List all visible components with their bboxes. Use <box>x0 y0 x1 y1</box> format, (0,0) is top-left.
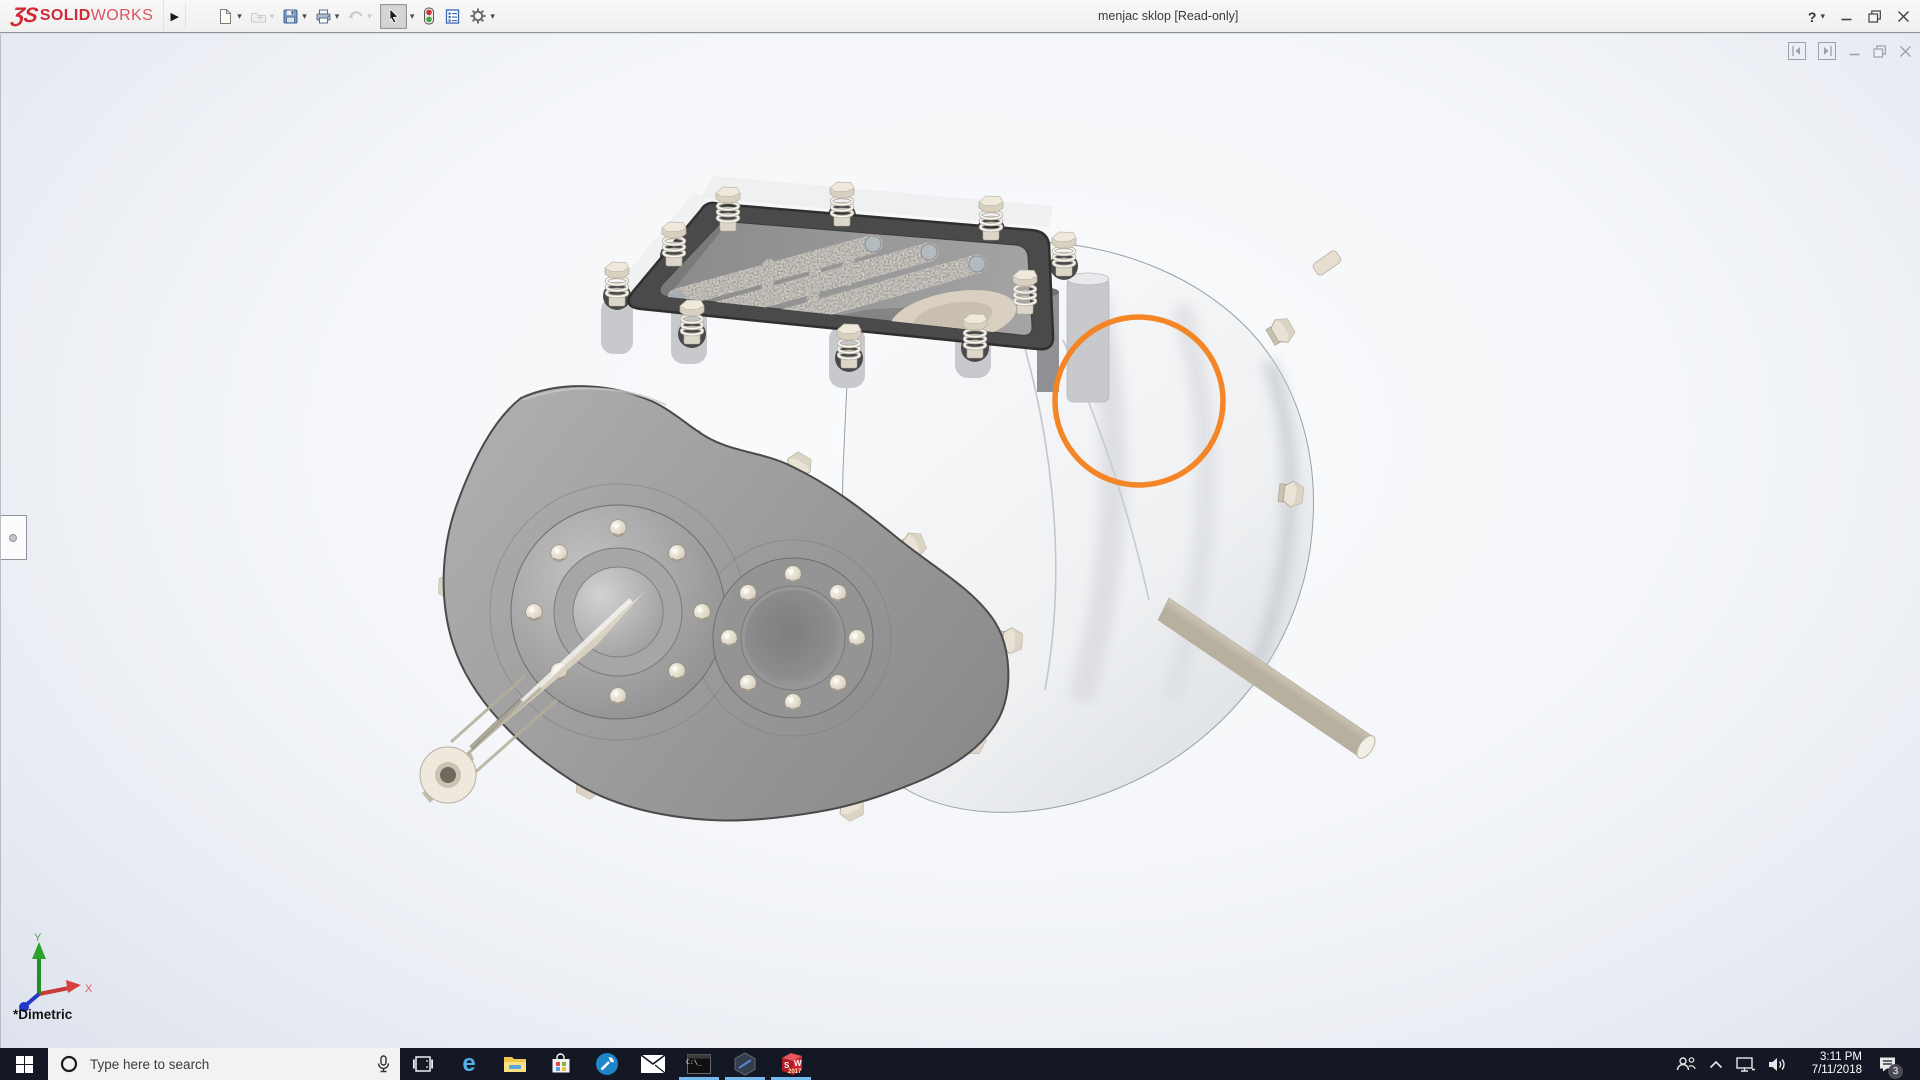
mail-envelope-icon <box>641 1055 665 1073</box>
start-button[interactable] <box>0 1048 48 1080</box>
gearbox-model-canvas[interactable] <box>1 34 1920 1048</box>
orientation-triad: Y X <box>19 932 93 1012</box>
new-document-icon <box>220 8 232 24</box>
network-icon[interactable] <box>1736 1056 1755 1072</box>
microphone-icon[interactable] <box>377 1055 390 1073</box>
edge-icon: e <box>462 1050 476 1077</box>
cortana-circle-icon <box>60 1055 78 1073</box>
taskbar-app-store[interactable] <box>538 1048 584 1080</box>
windows-logo-icon <box>15 1055 33 1073</box>
windows-taskbar: e C:\_ <box>0 1048 1920 1080</box>
clock-date: 7/11/2018 <box>1811 1064 1862 1076</box>
select-tool-active-box[interactable] <box>379 3 407 29</box>
taskbar-app-edge[interactable]: e <box>446 1048 492 1080</box>
options-button[interactable]: ▾ <box>466 5 498 27</box>
open-button[interactable]: ▾ <box>247 6 278 27</box>
rebuild-button[interactable] <box>419 5 439 27</box>
notification-count-badge: 3 <box>1888 1064 1903 1079</box>
hidden-icons-chevron[interactable] <box>1709 1060 1723 1069</box>
print-button[interactable]: ▾ <box>312 6 343 27</box>
task-view-icon <box>413 1056 433 1072</box>
undo-button[interactable]: ▾ <box>344 6 375 27</box>
taskbar-app-mail[interactable] <box>630 1048 676 1080</box>
task-view-button[interactable] <box>400 1048 446 1080</box>
people-icon[interactable] <box>1676 1056 1696 1072</box>
action-center-button[interactable]: 3 <box>1875 1052 1903 1079</box>
taskbar-app-solidworks[interactable]: S W 2017 <box>768 1048 814 1080</box>
taskbar-app-command-prompt[interactable]: C:\_ <box>676 1048 722 1080</box>
doc-restore-button[interactable] <box>1873 44 1887 58</box>
select-tool-button[interactable]: ▾ <box>377 2 418 31</box>
doc-minimize-button[interactable] <box>1848 45 1861 58</box>
open-folder-icon <box>250 12 266 22</box>
store-icon <box>552 1053 570 1073</box>
file-properties-button[interactable] <box>441 6 464 27</box>
new-document-button[interactable]: ▾ <box>214 6 245 27</box>
feature-tree-collapsed-tab[interactable] <box>1 515 27 560</box>
pane-toggle-right-button[interactable] <box>1818 42 1836 60</box>
print-icon <box>316 9 331 23</box>
hexagon-app-icon <box>734 1052 756 1076</box>
view-orientation-label: *Dimetric <box>13 1007 73 1022</box>
minimize-button[interactable] <box>1840 10 1853 23</box>
taskbar-app-file-explorer[interactable] <box>492 1048 538 1080</box>
taskbar-app-hexagon[interactable] <box>722 1048 768 1080</box>
window-controls: ? ▾ <box>1808 0 1910 33</box>
wrench-circle-icon <box>596 1053 618 1075</box>
document-window-controls <box>1788 42 1912 60</box>
pane-toggle-left-button[interactable] <box>1788 42 1806 60</box>
system-tray: 3:11 PM 7/11/2018 3 <box>1676 1048 1920 1080</box>
cmd-prompt-text: C:\_ <box>686 1058 702 1066</box>
volume-icon[interactable] <box>1768 1057 1787 1072</box>
y-axis-label: Y <box>34 932 42 944</box>
taskbar-search[interactable] <box>48 1048 400 1080</box>
search-input[interactable] <box>90 1056 365 1072</box>
title-bar: ƷS SOLID WORKS ▶ ▾ ▾ ▾ ▾ ▾ ▾ ▾ menjac sk… <box>0 0 1920 33</box>
solidworks-logo-glyph: ƷS <box>10 4 39 27</box>
taskbar-clock[interactable]: 3:11 PM 7/11/2018 <box>1800 1051 1862 1077</box>
x-axis-label: X <box>85 983 93 995</box>
save-floppy-icon <box>283 9 298 23</box>
solidworks-2017-icon: S W 2017 <box>777 1050 805 1078</box>
tab-dot <box>9 534 17 542</box>
window-title: menjac sklop [Read-only] <box>1098 9 1239 23</box>
undo-arrow-icon <box>348 10 363 19</box>
properties-list-icon <box>446 8 460 24</box>
graphics-viewport[interactable]: Y X *Dimetric <box>0 34 1920 1048</box>
restore-button[interactable] <box>1868 10 1882 23</box>
file-explorer-icon <box>504 1057 526 1072</box>
menu-expand-arrow[interactable]: ▶ <box>164 3 187 29</box>
gear-icon <box>470 8 486 24</box>
clock-time: 3:11 PM <box>1820 1051 1862 1063</box>
taskbar-app-settings-tool[interactable] <box>584 1048 630 1080</box>
close-button[interactable] <box>1897 10 1910 23</box>
cursor-arrow-icon <box>389 8 399 24</box>
help-button[interactable]: ? ▾ <box>1808 9 1825 25</box>
solidworks-logo: ƷS SOLID WORKS <box>0 0 165 32</box>
save-button[interactable]: ▾ <box>279 6 310 27</box>
quick-toolbar: ▾ ▾ ▾ ▾ ▾ ▾ ▾ <box>214 2 498 31</box>
doc-close-button[interactable] <box>1899 45 1912 58</box>
traffic-light-icon <box>424 7 435 25</box>
